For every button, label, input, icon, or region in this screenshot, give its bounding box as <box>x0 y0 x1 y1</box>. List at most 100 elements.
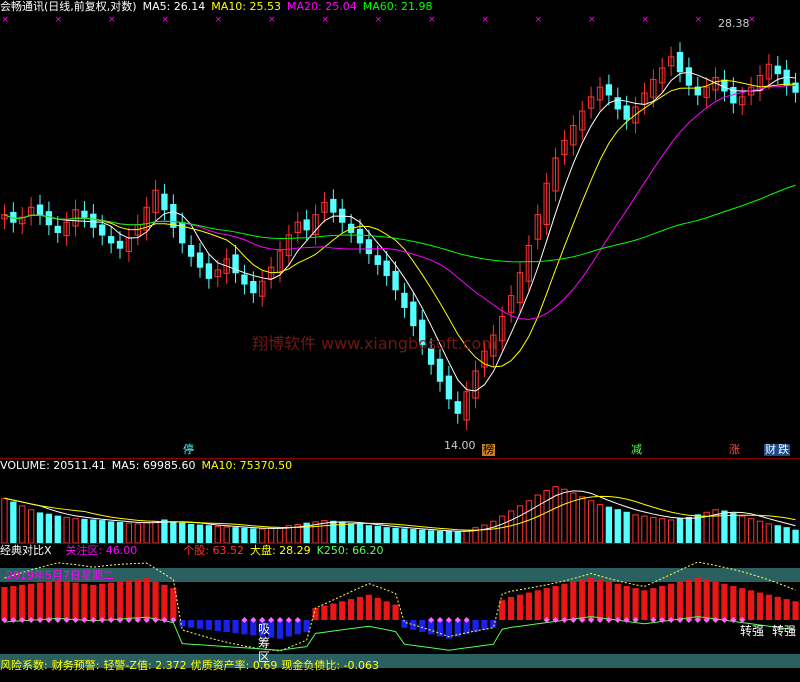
date-label: 2019年5月7日星期二 <box>6 569 114 582</box>
tag-board[interactable]: 榜 <box>482 444 495 456</box>
candle-body <box>445 375 453 400</box>
indicator-bar-positive <box>596 579 604 620</box>
indicator-bar-positive <box>28 583 35 620</box>
indicator-bar-positive <box>703 579 710 620</box>
volume-bar <box>419 529 426 543</box>
tag-limit-up[interactable]: 涨 <box>728 444 741 456</box>
indicator-bar-positive <box>63 581 70 620</box>
candle-body <box>605 84 613 96</box>
volume-bar <box>561 488 568 543</box>
tag-suspend[interactable]: 停 <box>182 444 195 456</box>
volume-bar <box>143 522 150 543</box>
volume-chart[interactable] <box>0 473 800 543</box>
indicator-bar-positive <box>552 585 559 620</box>
indicator-bar-positive <box>365 594 372 620</box>
candle-body <box>187 245 195 257</box>
signal-marker: × <box>535 15 543 25</box>
indicator-bar-positive <box>748 590 755 620</box>
indicator-bar-positive <box>739 588 746 620</box>
main-chart-panel[interactable]: × × × × × × × × × × × × × × × 翔博软件 www.xiangbosoft.com… <box>0 14 800 458</box>
volume-bar <box>499 515 506 543</box>
indicator-green-line <box>4 616 796 651</box>
indicator-bar-positive <box>312 607 319 620</box>
stock-label: 个股: 63.52 <box>183 544 244 557</box>
indicator-bar-negative <box>232 620 239 634</box>
indicator-bar-positive <box>508 596 515 620</box>
candlestick-chart[interactable]: × × × × × × × × × × × × × × × <box>0 14 800 458</box>
volume-bar <box>45 513 53 543</box>
volume-bar <box>63 516 70 543</box>
candle-body <box>45 211 53 226</box>
volume-bar <box>614 509 621 543</box>
volume-header: VOLUME: 20511.41 MA5: 69985.60 MA10: 75370… <box>0 459 298 473</box>
volume-bar <box>436 530 444 543</box>
indicator-bar-negative <box>472 620 479 633</box>
low-price-marker: 14.00 <box>444 439 476 452</box>
candle-body <box>401 292 408 308</box>
indicator-panel[interactable]: 2019年5月7日星期二 吸 筹 区 转强 转强 风险系数: 财务预警: 轻警-Z值… <box>0 558 800 682</box>
tag-finance[interactable]: 财 <box>764 444 777 456</box>
volume-bar <box>356 523 364 543</box>
indicator-bar-negative <box>188 620 195 628</box>
tag-reduce[interactable]: 减 <box>630 444 643 456</box>
indicator-bar-positive <box>632 588 639 620</box>
focus-zone-label: 关注区: 46.00 <box>65 544 138 557</box>
indicator-bar-positive <box>321 605 328 620</box>
volume-bar <box>205 525 213 543</box>
volume-bar <box>1 497 8 543</box>
candle-body <box>356 228 364 244</box>
volume-bar <box>179 522 186 543</box>
indicator-bar-positive <box>659 585 666 620</box>
indicator-bar-positive <box>348 599 355 620</box>
k250-label: K250: 66.20 <box>316 544 384 557</box>
signal-marker: × <box>588 15 596 25</box>
volume-bar <box>410 529 417 543</box>
volume-bar <box>374 525 381 543</box>
watermark: 翔博软件 www.xiangbosoft.com <box>252 334 497 353</box>
candle-body <box>721 79 728 92</box>
volume-bar <box>490 520 497 543</box>
turn-strong-label-2: 转强 <box>772 624 797 638</box>
indicator-bar-positive <box>152 581 159 620</box>
ma5-label: MA5: 26.14 <box>142 0 206 13</box>
indicator-bar-positive <box>161 584 168 620</box>
volume-bar <box>481 524 488 543</box>
volume-bar <box>196 524 204 543</box>
volume-bar <box>19 505 26 543</box>
volume-bar <box>445 530 453 543</box>
indicator-bar-positive <box>383 601 390 620</box>
candle-body <box>81 210 88 218</box>
volume-bar <box>765 523 773 543</box>
volume-ma5-label: MA5: 69985.60 <box>111 459 196 472</box>
volume-panel[interactable] <box>0 473 800 543</box>
volume-bar <box>641 515 648 543</box>
volume-bar <box>267 527 275 543</box>
volume-bar <box>507 510 515 543</box>
indicator-bar-positive <box>668 583 675 620</box>
indicator-bar-positive <box>81 583 88 620</box>
volume-bar <box>792 529 799 543</box>
indicator-bar-positive <box>36 582 44 620</box>
candle-body <box>54 225 61 233</box>
candle-body <box>116 240 124 249</box>
tag-drop[interactable]: 跌 <box>777 444 790 456</box>
volume-bar <box>134 523 141 543</box>
signal-marker: × <box>428 15 436 25</box>
volume-bar <box>187 523 195 543</box>
indicator-bar-positive <box>19 584 26 620</box>
volume-bar <box>543 490 550 543</box>
ma10-label: MA10: 25.53 <box>211 0 282 13</box>
indicator-bar-positive <box>721 583 728 620</box>
candle-body <box>196 252 204 268</box>
candle-body <box>90 213 97 228</box>
volume-bar <box>107 521 115 543</box>
indicator-bar-positive <box>588 577 595 620</box>
indicator-bar-negative <box>419 620 426 633</box>
volume-bar <box>223 526 230 543</box>
signal-marker: × <box>161 15 169 25</box>
risk-label: 风险系数: <box>0 659 48 672</box>
candle-body <box>623 105 630 120</box>
indicator-bar-positive <box>45 581 52 620</box>
indicator-bar-positive <box>525 592 532 620</box>
quality-label: 优质资产率: 0.69 <box>190 659 278 672</box>
